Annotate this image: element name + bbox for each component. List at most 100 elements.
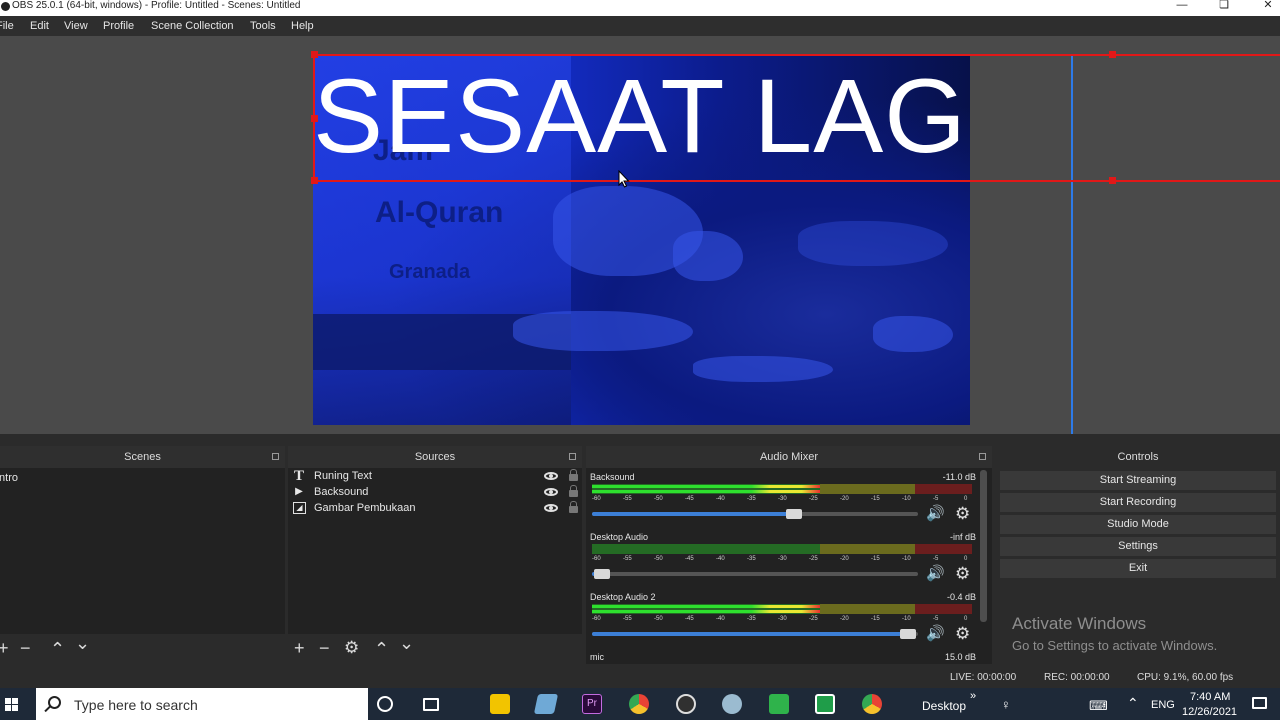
studio-mode-button[interactable]: Studio Mode (1000, 515, 1276, 534)
resize-handle[interactable] (1109, 51, 1116, 58)
source-item[interactable]: ▶ Backsound (288, 484, 582, 500)
speaker-mute-icon[interactable]: 🔊 (926, 566, 948, 582)
remove-scene-button[interactable]: − (20, 637, 31, 659)
volume-meter (592, 544, 972, 554)
meter-tick-label: -15 (871, 556, 880, 562)
menu-help[interactable]: Help (291, 20, 314, 32)
meter-tick-label: 0 (964, 496, 968, 502)
resize-handle[interactable] (311, 177, 318, 184)
lock-icon[interactable] (569, 469, 578, 481)
scene-item[interactable]: Intro (0, 470, 285, 486)
speaker-mute-icon[interactable]: 🔊 (926, 506, 948, 522)
notification-center-icon[interactable] (1252, 697, 1267, 709)
undock-icon[interactable] (272, 453, 279, 460)
start-streaming-button[interactable]: Start Streaming (1000, 471, 1276, 490)
activate-windows-watermark: Activate Windows (1012, 614, 1147, 633)
source-selection-box[interactable] (311, 51, 1280, 184)
move-scene-up-button[interactable]: ⌃ (50, 638, 65, 660)
meter-tick-label: -35 (747, 556, 756, 562)
meter-tick-label: -25 (809, 616, 818, 622)
menu-file[interactable]: File (0, 20, 14, 32)
menu-profile[interactable]: Profile (103, 20, 134, 32)
settings-button[interactable]: Settings (1000, 537, 1276, 556)
resize-handle[interactable] (1109, 177, 1116, 184)
clock-time[interactable]: 7:40 AM (1190, 691, 1230, 703)
toolbar-chevron-icon[interactable]: » (970, 690, 976, 702)
people-icon[interactable]: ♀ (1001, 697, 1011, 712)
channel-settings-gear-icon[interactable]: ⚙ (955, 505, 973, 523)
speaker-mute-icon[interactable]: 🔊 (926, 626, 948, 642)
source-properties-gear-icon[interactable]: ⚙ (344, 637, 359, 659)
move-source-up-button[interactable]: ⌃ (374, 638, 389, 660)
language-indicator[interactable]: ENG (1151, 699, 1175, 711)
mixer-scrollbar[interactable] (980, 470, 987, 622)
menu-scene-collection[interactable]: Scene Collection (151, 20, 234, 32)
restore-button[interactable]: ❏ (1204, 0, 1244, 12)
scenes-toolbar: + − ⌃ ⌄ (0, 632, 285, 664)
app-icon[interactable] (815, 694, 835, 714)
source-item[interactable]: T Runing Text (288, 468, 582, 484)
premiere-pro-icon[interactable]: Pr (582, 694, 602, 714)
lock-icon[interactable] (569, 485, 578, 497)
volume-slider[interactable] (592, 569, 918, 579)
sources-toolbar: + − ⚙ ⌃ ⌄ (288, 632, 582, 664)
volume-slider[interactable] (592, 629, 918, 639)
cortana-icon[interactable] (377, 696, 393, 712)
meter-tick-label: 0 (964, 616, 968, 622)
menu-view[interactable]: View (64, 20, 88, 32)
meter-tick-label: -35 (747, 496, 756, 502)
sticky-notes-icon[interactable] (490, 694, 510, 714)
camtasia-icon[interactable] (769, 694, 789, 714)
volume-slider-handle[interactable] (786, 509, 803, 519)
visibility-eye-icon[interactable] (544, 472, 558, 480)
source-item[interactable]: ◢ Gambar Pembukaan (288, 500, 582, 516)
resize-handle[interactable] (311, 51, 318, 58)
move-source-down-button[interactable]: ⌄ (399, 632, 414, 654)
meter-ticks: -60 -55 -50 -45 -40 -35 -30 -25 -20 -15 -10 -5 0 (592, 556, 972, 564)
channel-settings-gear-icon[interactable]: ⚙ (955, 565, 973, 583)
move-scene-down-button[interactable]: ⌄ (75, 632, 90, 654)
meter-tick-label: -50 (654, 616, 663, 622)
visibility-eye-icon[interactable] (544, 488, 558, 496)
volume-slider-handle[interactable] (593, 569, 610, 579)
undock-icon[interactable] (569, 453, 576, 460)
minimize-button[interactable]: — (1162, 0, 1202, 12)
task-view-icon[interactable] (423, 698, 439, 711)
close-button[interactable]: ✕ (1248, 0, 1280, 12)
lock-icon[interactable] (569, 501, 578, 513)
source-label: Gambar Pembukaan (314, 502, 416, 514)
obs-icon[interactable] (676, 694, 696, 714)
undock-icon[interactable] (979, 453, 986, 460)
keyboard-icon[interactable]: ⌨ (1089, 698, 1108, 714)
tray-chevron-up-icon[interactable]: ⌃ (1127, 695, 1139, 712)
add-source-button[interactable]: + (294, 637, 305, 659)
meter-tick-label: -35 (747, 616, 756, 622)
start-recording-button[interactable]: Start Recording (1000, 493, 1276, 512)
app-icon[interactable] (722, 694, 742, 714)
resize-handle[interactable] (311, 115, 318, 122)
exit-button[interactable]: Exit (1000, 559, 1276, 578)
rec-timer: REC: 00:00:00 (1044, 672, 1110, 683)
meter-tick-label: -10 (902, 556, 911, 562)
clock-date[interactable]: 12/26/2021 (1182, 706, 1237, 718)
meter-tick-label: -45 (685, 616, 694, 622)
channel-name: mic (590, 652, 604, 662)
menu-tools[interactable]: Tools (250, 20, 276, 32)
desktop-toolbar-label[interactable]: Desktop (922, 699, 966, 713)
menu-edit[interactable]: Edit (30, 20, 49, 32)
title-bar: OBS 25.0.1 (64-bit, windows) - Profile: … (0, 0, 1280, 16)
app-icon[interactable] (533, 694, 559, 714)
windows-start-icon[interactable] (0, 688, 32, 720)
volume-slider-handle[interactable] (900, 629, 917, 639)
volume-meter (592, 604, 972, 614)
channel-settings-gear-icon[interactable]: ⚙ (955, 625, 973, 643)
meter-tick-label: -40 (716, 556, 725, 562)
chrome-icon[interactable] (629, 694, 649, 714)
add-scene-button[interactable]: + (0, 637, 9, 659)
volume-slider[interactable] (592, 509, 918, 519)
remove-source-button[interactable]: − (319, 637, 330, 659)
visibility-eye-icon[interactable] (544, 504, 558, 512)
controls-title: Controls (1117, 451, 1159, 463)
chrome-icon[interactable] (862, 694, 882, 714)
taskbar-search-box[interactable]: Type here to search (36, 688, 368, 720)
